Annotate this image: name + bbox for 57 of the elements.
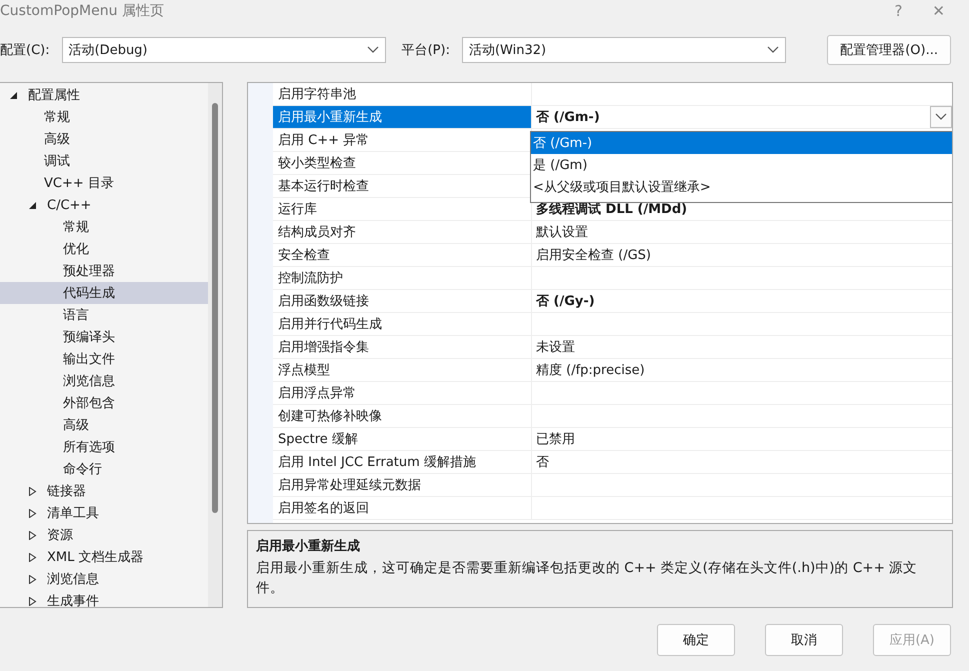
- property-value[interactable]: 否: [531, 451, 952, 473]
- tree-item[interactable]: 常规: [0, 106, 208, 128]
- property-value[interactable]: 默认设置: [531, 221, 952, 243]
- collapsed-triangle-icon[interactable]: [28, 596, 37, 606]
- tree-item[interactable]: 预处理器: [0, 260, 208, 282]
- config-label: 配置(C):: [0, 42, 50, 59]
- tree-item[interactable]: C/C++: [0, 194, 208, 216]
- property-value[interactable]: 否 (/Gm-): [531, 106, 952, 128]
- expanded-triangle-icon[interactable]: [9, 90, 18, 100]
- tree-item[interactable]: 链接器: [0, 480, 208, 502]
- chevron-down-icon: [935, 113, 947, 121]
- collapsed-triangle-icon[interactable]: [28, 530, 37, 540]
- dialog-button[interactable]: 确定: [657, 624, 735, 656]
- tree-item[interactable]: 优化: [0, 238, 208, 260]
- tree-item[interactable]: 高级: [0, 414, 208, 436]
- platform-label: 平台(P):: [402, 42, 450, 59]
- chevron-down-icon: [366, 46, 379, 54]
- tree-item[interactable]: 外部包含: [0, 392, 208, 414]
- chevron-down-icon: [766, 46, 779, 54]
- collapsed-triangle-icon[interactable]: [28, 486, 37, 496]
- tree-item[interactable]: 调试: [0, 150, 208, 172]
- scrollbar[interactable]: [208, 83, 222, 607]
- property-value[interactable]: 未设置: [531, 336, 952, 358]
- property-value[interactable]: 已禁用: [531, 428, 952, 450]
- tree-item[interactable]: 命令行: [0, 458, 208, 480]
- dialog-button[interactable]: 取消: [765, 624, 843, 656]
- tree-item[interactable]: VC++ 目录: [0, 172, 208, 194]
- tree-item[interactable]: 代码生成: [0, 282, 208, 304]
- tree-item[interactable]: 所有选项: [0, 436, 208, 458]
- config-manager-button[interactable]: 配置管理器(O)...: [827, 35, 951, 65]
- collapsed-triangle-icon[interactable]: [28, 508, 37, 518]
- tree-item[interactable]: 浏览信息: [0, 370, 208, 392]
- dropdown-option[interactable]: 否 (/Gm-): [531, 132, 952, 154]
- tree-item[interactable]: 常规: [0, 216, 208, 238]
- property-value[interactable]: 启用安全检查 (/GS): [531, 244, 952, 266]
- platform-dropdown[interactable]: 活动(Win32): [462, 37, 786, 63]
- tree-item[interactable]: 清单工具: [0, 502, 208, 524]
- tree-item[interactable]: 生成事件: [0, 590, 208, 607]
- property-value[interactable]: 精度 (/fp:precise): [531, 359, 952, 381]
- property-name[interactable]: 启用最小重新生成: [273, 106, 531, 128]
- description-title: 启用最小重新生成: [256, 538, 361, 555]
- tree-item[interactable]: 输出文件: [0, 348, 208, 370]
- tree-item[interactable]: 配置属性: [0, 84, 208, 106]
- dropdown-button[interactable]: [930, 106, 952, 128]
- collapsed-triangle-icon[interactable]: [28, 574, 37, 584]
- config-dropdown[interactable]: 活动(Debug): [62, 37, 386, 63]
- tree-item[interactable]: 资源: [0, 524, 208, 546]
- collapsed-triangle-icon[interactable]: [28, 552, 37, 562]
- window-title: CustomPopMenu 属性页: [0, 2, 164, 20]
- tree-item[interactable]: 语言: [0, 304, 208, 326]
- tree-item[interactable]: 预编译头: [0, 326, 208, 348]
- description-text: 启用最小重新生成，这可确定是否需要重新编译包括更改的 C++ 类定义(存储在头文件(.h)中)的 C++ 源文件。: [256, 559, 918, 598]
- tree-item[interactable]: XML 文档生成器: [0, 546, 208, 568]
- expanded-triangle-icon[interactable]: [28, 200, 37, 210]
- tree-item[interactable]: 高级: [0, 128, 208, 150]
- tree-item[interactable]: 浏览信息: [0, 568, 208, 590]
- property-value[interactable]: 否 (/Gy-): [531, 290, 952, 312]
